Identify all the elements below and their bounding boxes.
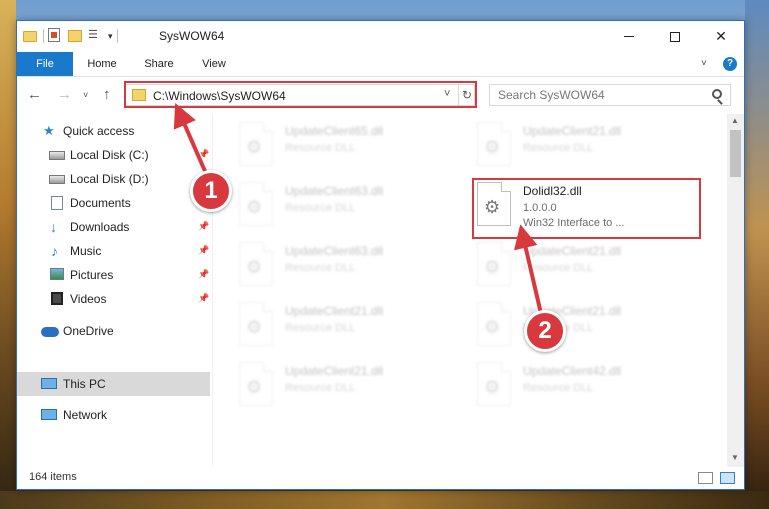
arrow-2: [514, 224, 544, 319]
arrow-1: [173, 103, 210, 179]
callout-arrows: [173, 103, 546, 319]
step-badge-1: 1: [190, 170, 232, 212]
step-badge-2: 2: [524, 310, 566, 352]
